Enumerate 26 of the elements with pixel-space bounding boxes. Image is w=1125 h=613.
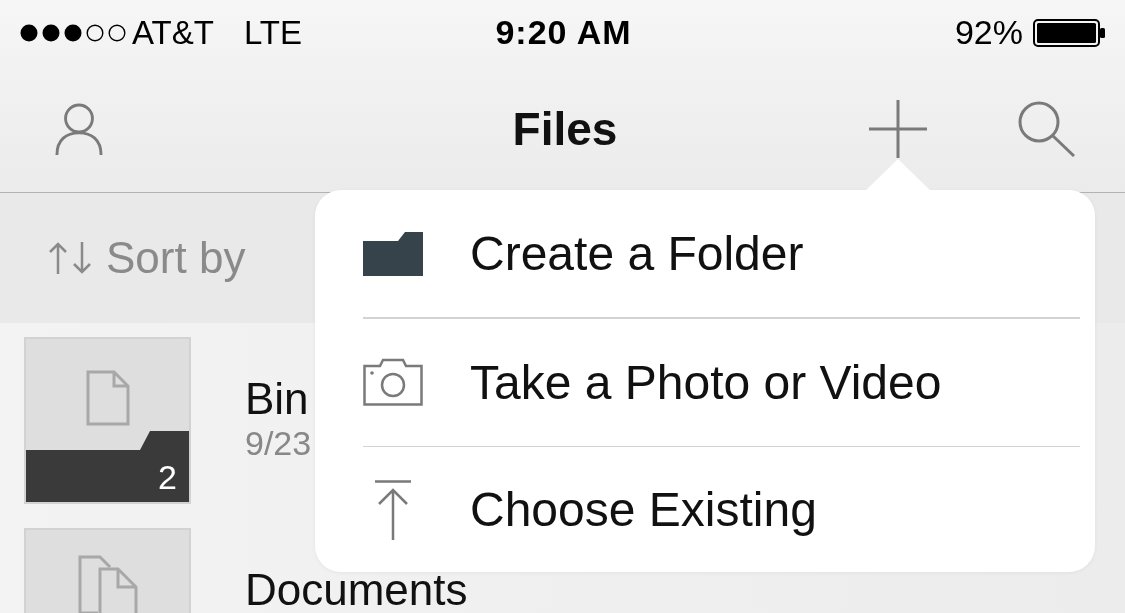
battery-icon [1033,18,1107,47]
person-icon [55,101,103,156]
menu-item[interactable]: Create a Folder [315,190,1095,317]
add-button[interactable] [869,99,927,158]
battery-percent: 92% [954,13,1023,52]
camera-icon [363,358,423,406]
carrier-label: AT&T [132,13,214,52]
plus-icon [869,99,927,158]
page-title: Files [512,101,618,156]
folder-icon [363,231,423,276]
search-icon [1017,100,1075,157]
item-count-band: 2 [26,431,189,502]
file-name[interactable]: Bin [245,382,312,416]
upload-arrow-icon [375,479,411,540]
menu-item[interactable]: Take a Photo or Video [315,318,1095,446]
document-icon [85,370,130,426]
search-button[interactable] [1017,100,1075,157]
file-thumbnail[interactable]: 2 [24,337,191,504]
clock-time: 9:20 AM [495,13,632,52]
file-name[interactable]: Documents [245,573,468,607]
documents-icon [77,555,138,613]
account-button[interactable] [55,101,103,156]
menu-item[interactable]: Choose Existing [315,447,1095,572]
network-label: LTE [243,13,302,52]
file-date: 9/23 [245,424,312,462]
sort-arrows-icon [48,241,92,275]
